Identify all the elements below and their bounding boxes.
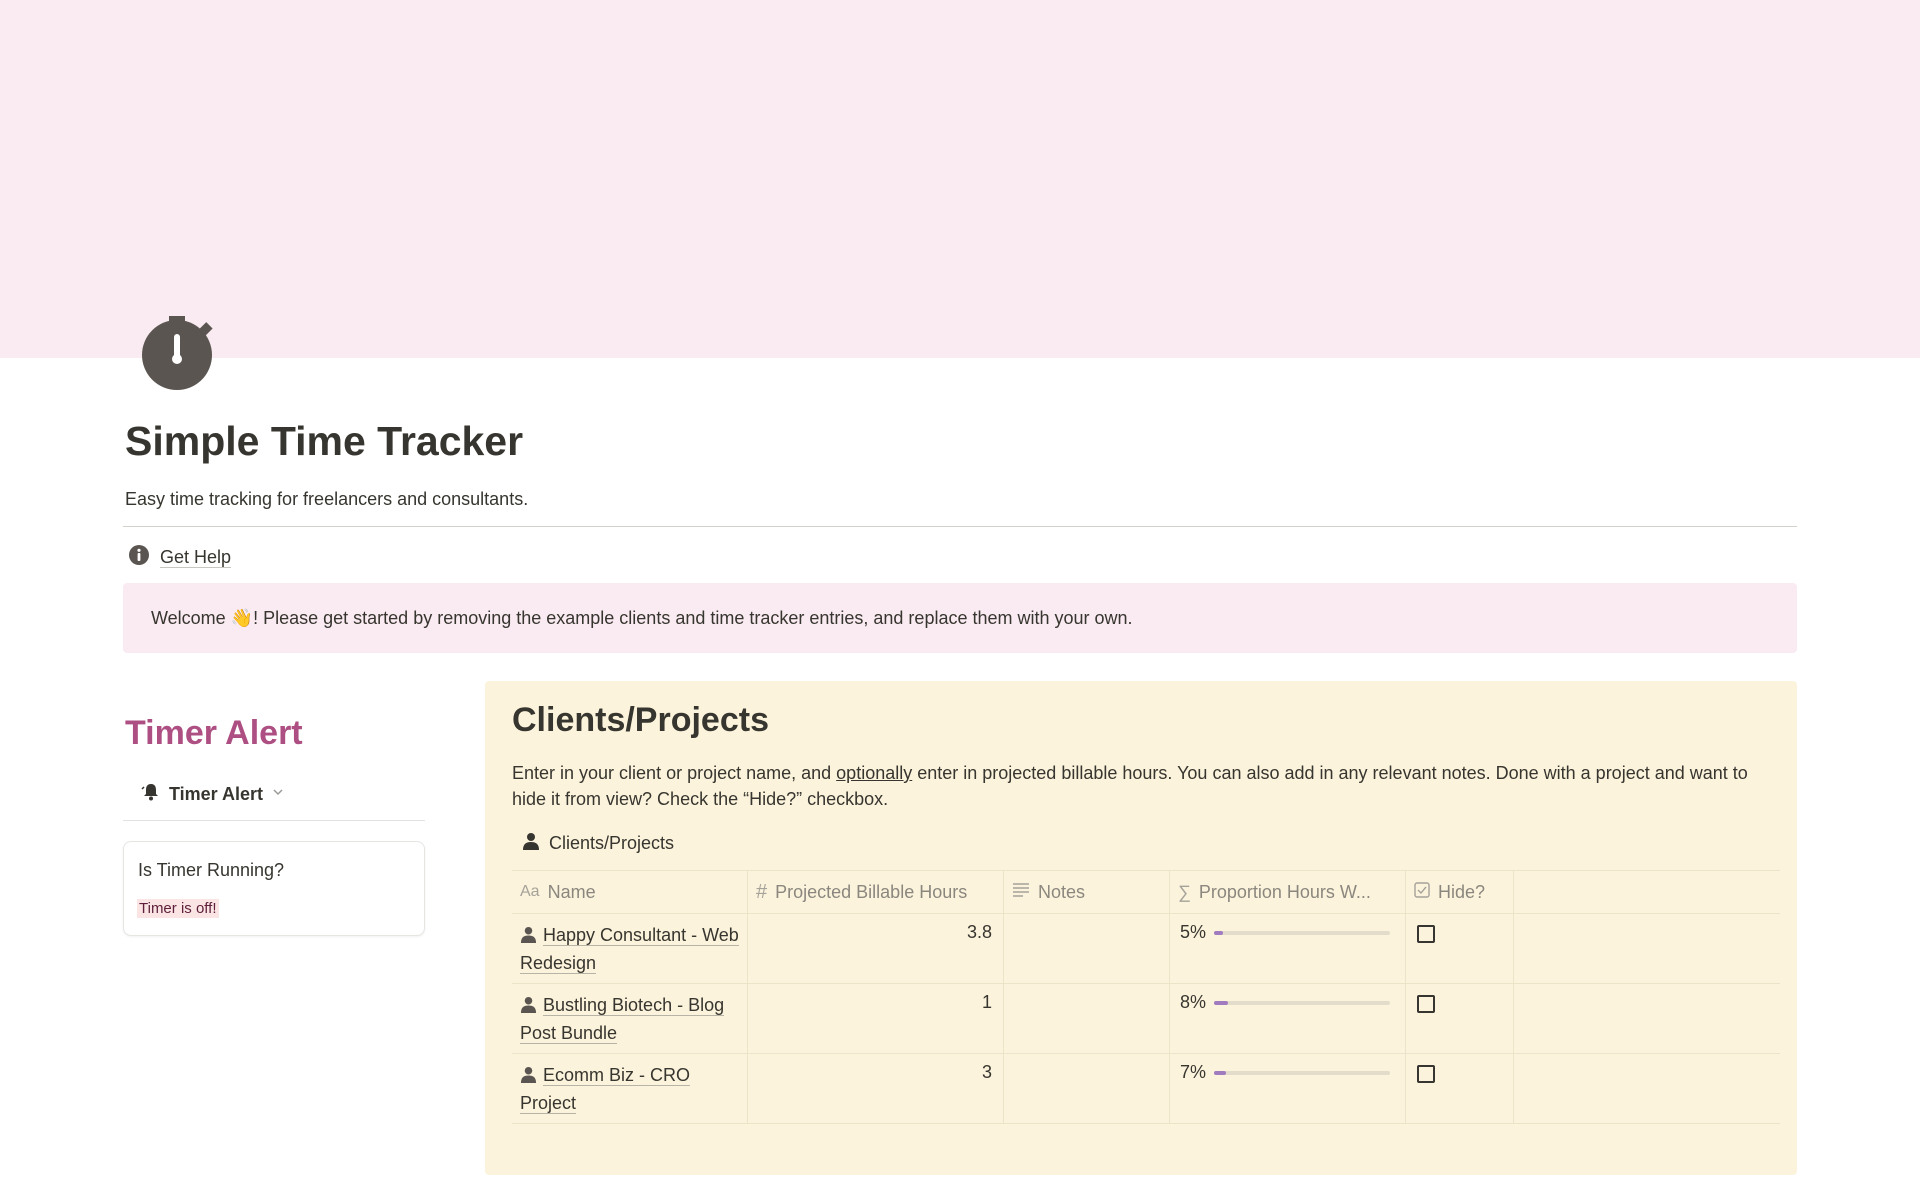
divider — [123, 820, 425, 821]
hide-checkbox[interactable] — [1417, 1065, 1435, 1083]
database-title-label: Clients/Projects — [549, 833, 675, 853]
timer-alert-heading: Timer Alert — [125, 714, 303, 752]
proportion-label: 8% — [1180, 992, 1207, 1012]
person-icon — [520, 1066, 537, 1083]
row-name: Ecomm Biz - CRO Project — [520, 1065, 691, 1114]
row-hide — [1406, 984, 1514, 1053]
proportion-bar — [1214, 1001, 1391, 1005]
table-header: Aa Name # Projected Billable Hours Notes… — [512, 870, 1780, 914]
column-label: Notes — [1038, 881, 1086, 902]
checkbox-property-icon — [1414, 881, 1430, 903]
row-notes[interactable] — [1004, 984, 1170, 1053]
desc-underlined-text: optionally — [836, 763, 913, 783]
welcome-callout: Welcome 👋! Please get started by removin… — [123, 583, 1797, 653]
row-projected-hours[interactable]: 1 — [748, 984, 1004, 1053]
table-row[interactable]: Happy Consultant - Web Redesign 3.8 5% — [512, 914, 1780, 984]
row-projected-hours[interactable]: 3.8 — [748, 914, 1004, 983]
row-hide — [1406, 914, 1514, 983]
proportion-bar-fill — [1214, 931, 1223, 935]
text-lines-icon — [1012, 882, 1030, 903]
hide-checkbox[interactable] — [1417, 995, 1435, 1013]
chevron-down-icon — [271, 785, 285, 804]
row-notes[interactable] — [1004, 914, 1170, 983]
row-proportion: 5% — [1170, 914, 1406, 983]
number-property-icon: # — [756, 880, 768, 903]
timer-card[interactable]: Is Timer Running? Timer is off! — [123, 841, 425, 936]
info-icon — [128, 544, 150, 571]
proportion-label: 5% — [1180, 922, 1207, 942]
row-name-cell[interactable]: Bustling Biotech - Blog Post Bundle — [512, 984, 748, 1053]
person-icon — [520, 996, 537, 1013]
callout-text: Welcome 👋! Please get started by removin… — [151, 607, 1133, 628]
get-help-label: Get Help — [160, 546, 232, 568]
column-header-hide[interactable]: Hide? — [1406, 871, 1514, 913]
column-header-empty — [1514, 871, 1780, 913]
row-projected-hours[interactable]: 3 — [748, 1054, 1004, 1123]
row-hide — [1406, 1054, 1514, 1123]
formula-icon: ∑ — [1178, 881, 1191, 902]
column-header-notes[interactable]: Notes — [1004, 871, 1170, 913]
database-title[interactable]: Clients/Projects — [522, 832, 674, 855]
clients-projects-panel: Clients/Projects Enter in your client or… — [485, 681, 1797, 1175]
proportion-bar — [1214, 1071, 1391, 1075]
row-empty-cell — [1514, 984, 1780, 1053]
row-name-cell[interactable]: Ecomm Biz - CRO Project — [512, 1054, 748, 1123]
row-empty-cell — [1514, 914, 1780, 983]
row-proportion: 8% — [1170, 984, 1406, 1053]
person-icon — [522, 832, 540, 855]
bell-icon — [141, 782, 161, 807]
row-notes[interactable] — [1004, 1054, 1170, 1123]
card-title: Is Timer Running? — [138, 860, 285, 880]
stopwatch-icon[interactable] — [136, 310, 228, 402]
row-name: Happy Consultant - Web Redesign — [520, 925, 739, 974]
proportion-bar-fill — [1214, 1001, 1229, 1005]
table-row[interactable]: Ecomm Biz - CRO Project 3 7% — [512, 1054, 1780, 1124]
timer-status-badge: Timer is off! — [137, 899, 219, 918]
clients-projects-heading: Clients/Projects — [512, 701, 769, 739]
timer-view-label: Timer Alert — [169, 784, 264, 804]
hide-checkbox[interactable] — [1417, 925, 1435, 943]
desc-text: Enter in your client or project name, an… — [512, 763, 837, 783]
row-name: Bustling Biotech - Blog Post Bundle — [520, 995, 725, 1044]
column-header-proportion[interactable]: ∑ Proportion Hours W... — [1170, 871, 1406, 913]
proportion-bar-fill — [1214, 1071, 1227, 1075]
row-proportion: 7% — [1170, 1054, 1406, 1123]
column-label: Projected Billable Hours — [775, 881, 968, 902]
proportion-bar — [1214, 931, 1391, 935]
page-cover — [0, 0, 1920, 358]
person-icon — [520, 926, 537, 943]
table-row[interactable]: Bustling Biotech - Blog Post Bundle 1 8% — [512, 984, 1780, 1054]
page-subtitle: Easy time tracking for freelancers and c… — [125, 489, 529, 509]
column-label: Hide? — [1438, 881, 1486, 902]
column-label: Proportion Hours W... — [1198, 881, 1371, 902]
column-header-name[interactable]: Aa Name — [512, 871, 748, 913]
row-empty-cell — [1514, 1054, 1780, 1123]
column-label: Name — [547, 881, 596, 902]
proportion-label: 7% — [1180, 1062, 1207, 1082]
page-title: Simple Time Tracker — [125, 418, 524, 464]
column-header-projected-hours[interactable]: # Projected Billable Hours — [748, 871, 1004, 913]
divider — [123, 526, 1797, 527]
get-help-link[interactable]: Get Help — [128, 543, 232, 571]
clients-table: Aa Name # Projected Billable Hours Notes… — [512, 870, 1780, 1124]
clients-description: Enter in your client or project name, an… — [512, 760, 1782, 812]
row-name-cell[interactable]: Happy Consultant - Web Redesign — [512, 914, 748, 983]
timer-alert-view-tab[interactable]: Timer Alert — [141, 782, 285, 807]
text-property-icon: Aa — [520, 883, 540, 900]
